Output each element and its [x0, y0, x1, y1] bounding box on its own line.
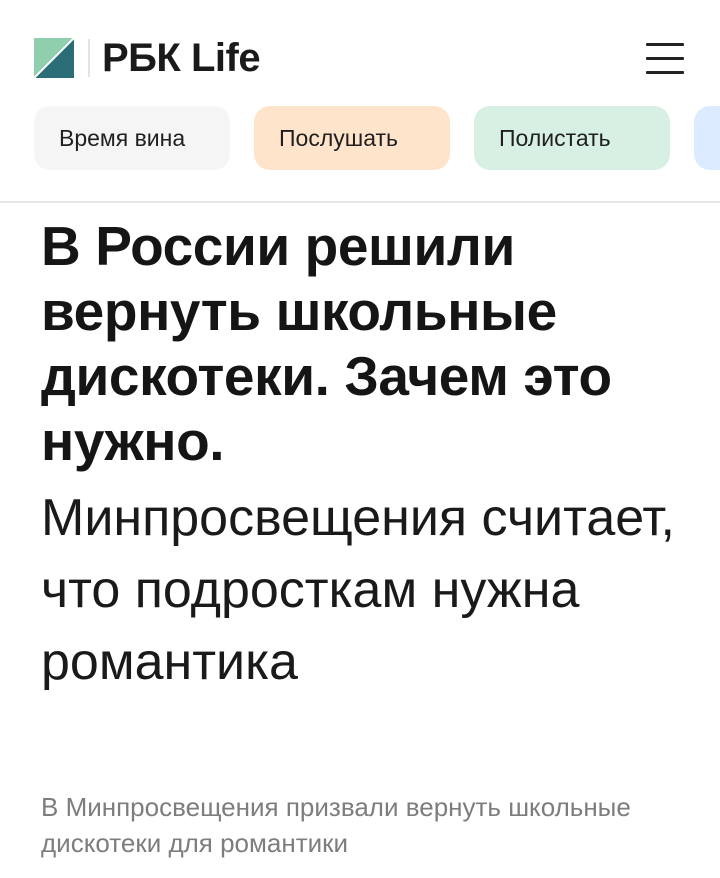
category-pill-listen[interactable]: Послушать — [254, 106, 450, 170]
logo-divider — [88, 39, 90, 77]
rbc-logo-icon — [34, 38, 74, 78]
article-title: В России решили вернуть школьные дискоте… — [41, 215, 612, 472]
article-lede: В Минпросвещения призвали вернуть школьн… — [41, 792, 631, 858]
header-divider — [0, 201, 720, 203]
category-pill-browse[interactable]: Полистать — [474, 106, 670, 170]
header: РБК Life — [0, 0, 720, 100]
hamburger-menu-icon[interactable] — [646, 43, 686, 75]
category-pill-wine-time[interactable]: Время вина — [34, 106, 230, 170]
category-pill-label: Послушать — [279, 124, 398, 151]
logo[interactable]: РБК Life — [34, 36, 261, 80]
logo-text: РБК Life — [102, 36, 261, 80]
category-pill-next[interactable] — [694, 106, 720, 170]
category-pill-label: Время вина — [59, 124, 186, 151]
page: РБК Life Время вина Послушать Полистать … — [0, 0, 720, 878]
article-subtitle: Минпросвещения считает, что подросткам н… — [41, 489, 675, 691]
category-pill-label: Полистать — [499, 124, 611, 151]
category-pills: Время вина Послушать Полистать — [34, 106, 720, 170]
